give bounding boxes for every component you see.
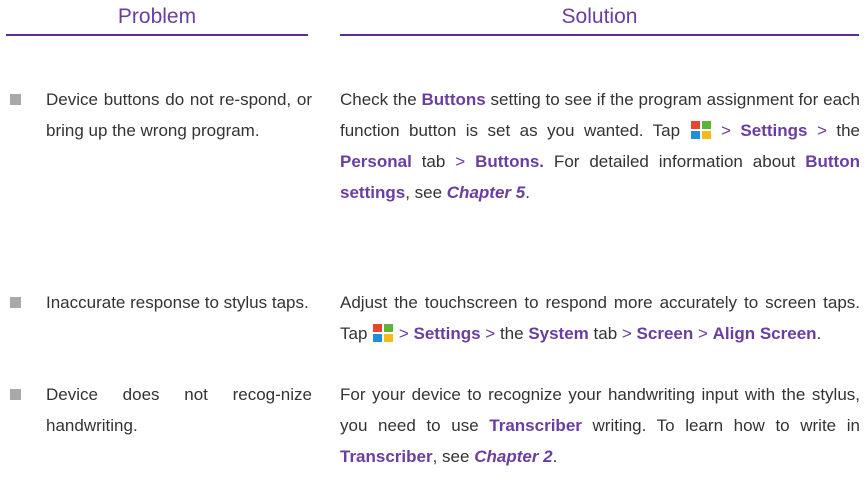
solution-text: Check the Buttons setting to see if the … <box>340 90 860 202</box>
problem-header-label: Problem <box>117 5 197 28</box>
problem-text: Device buttons do not re-spond, or bring… <box>46 90 312 140</box>
bullet-square <box>10 94 21 105</box>
solution-text: Adjust the touchscreen to respond more a… <box>340 293 860 343</box>
bullet-square <box>10 389 21 400</box>
windows-start-icon <box>690 121 711 139</box>
solution-header: Solution <box>340 0 859 36</box>
windows-start-icon <box>373 324 394 342</box>
solution-header-label: Solution <box>561 5 638 28</box>
solution-text: For your device to recognize your handwr… <box>340 385 860 466</box>
problem-text: Inaccurate response to stylus taps. <box>46 293 309 312</box>
bullet-square <box>10 297 21 308</box>
problem-header: Problem <box>6 0 308 36</box>
problem-text: Device does not recog-nize handwriting. <box>46 385 312 435</box>
